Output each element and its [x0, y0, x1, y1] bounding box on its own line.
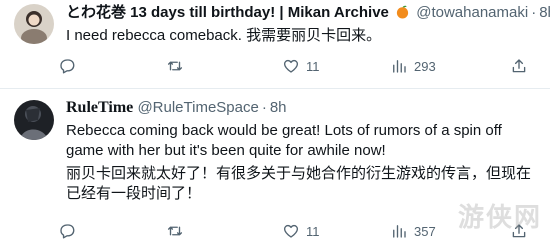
like-button[interactable]: 11 [282, 56, 320, 76]
avatar[interactable] [14, 100, 54, 140]
tweet-text: I need rebecca comeback. 我需要丽贝卡回来。 [66, 27, 382, 44]
watermark: 游侠网 [457, 203, 542, 233]
views-count: 293 [414, 58, 436, 74]
tweet-header: RuleTime @RuleTimeSpace · 8h [66, 97, 287, 119]
action-bar: 11 293 [58, 56, 538, 76]
display-name[interactable]: RuleTime [66, 99, 133, 116]
heart-icon [283, 224, 299, 238]
tangerine-icon [395, 4, 410, 19]
reply-button[interactable] [58, 221, 82, 241]
share-icon [512, 59, 526, 73]
timestamp[interactable]: 8h [539, 4, 550, 21]
tweet[interactable]: とわ花巻 13 days till birthday! | Mikan Arch… [0, 0, 550, 88]
heart-icon [283, 59, 299, 73]
separator-dot: · [531, 4, 537, 21]
retweet-button[interactable] [166, 56, 190, 76]
timestamp[interactable]: 8h [270, 99, 287, 116]
views-button[interactable]: 293 [390, 56, 436, 76]
retweet-icon [167, 61, 183, 71]
views-count: 357 [414, 223, 436, 239]
tweet-text: Rebecca coming back would be great! Lots… [66, 122, 502, 159]
like-count: 11 [306, 58, 320, 74]
handle[interactable]: @towahanamaki [416, 4, 528, 21]
handle[interactable]: @RuleTimeSpace [137, 99, 258, 116]
retweet-icon [167, 226, 183, 236]
like-button[interactable]: 11 [282, 221, 320, 241]
retweet-button[interactable] [166, 221, 190, 241]
views-icon [393, 60, 406, 73]
share-button[interactable] [510, 56, 528, 76]
separator-dot: · [261, 99, 267, 116]
reply-button[interactable] [58, 56, 82, 76]
avatar[interactable] [14, 4, 54, 44]
display-name[interactable]: とわ花巻 13 days till birthday! | Mikan Arch… [66, 4, 389, 21]
like-count: 11 [306, 223, 320, 239]
reply-icon [60, 59, 75, 74]
reply-icon [60, 224, 75, 239]
tweet-header: とわ花巻 13 days till birthday! | Mikan Arch… [66, 2, 550, 24]
views-icon [393, 225, 406, 238]
views-button[interactable]: 357 [390, 221, 436, 241]
